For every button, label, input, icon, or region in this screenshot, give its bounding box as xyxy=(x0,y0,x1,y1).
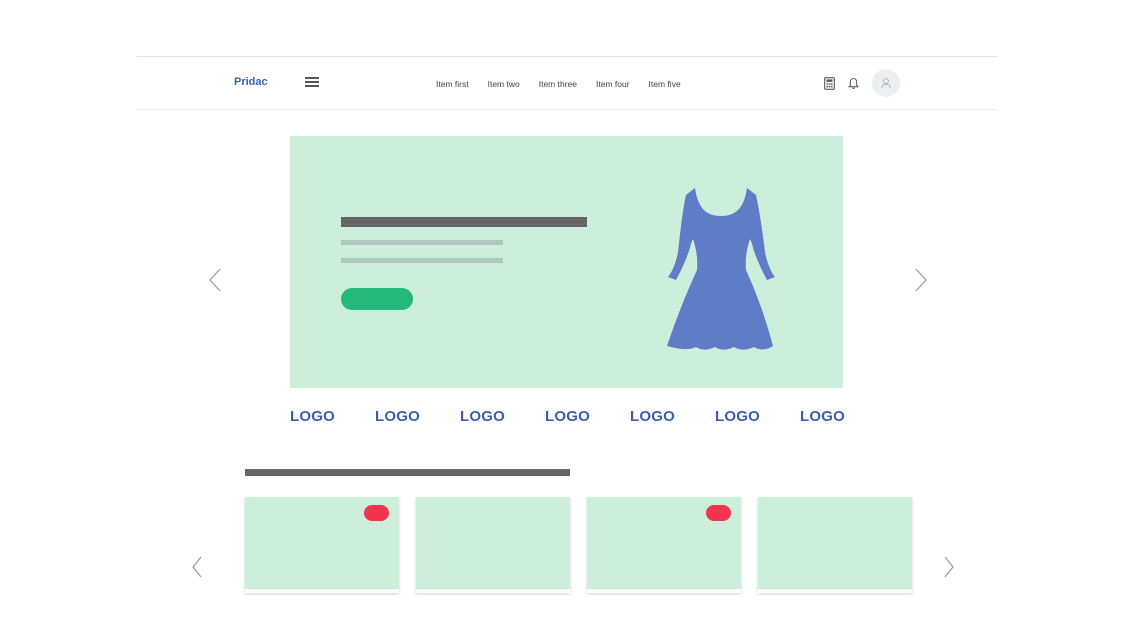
bell-icon[interactable] xyxy=(847,77,860,95)
header-divider xyxy=(137,109,997,110)
hero-banner xyxy=(290,136,843,388)
hero-text-line-placeholder xyxy=(341,240,503,245)
partner-logo[interactable]: LOGO xyxy=(715,408,760,425)
partner-logo[interactable]: LOGO xyxy=(800,408,845,425)
hero-cta-button[interactable] xyxy=(341,288,413,310)
product-badge xyxy=(364,505,389,521)
nav-item-two[interactable]: Item two xyxy=(488,79,520,89)
nav-item-five[interactable]: Item five xyxy=(649,79,681,89)
section-title-placeholder xyxy=(245,469,570,476)
products-next-chevron-icon[interactable] xyxy=(943,556,955,583)
product-badge xyxy=(706,505,731,521)
dress-icon xyxy=(667,188,775,350)
products-prev-chevron-icon[interactable] xyxy=(191,556,203,583)
partner-logo[interactable]: LOGO xyxy=(545,408,590,425)
brand-logo[interactable]: Pridac xyxy=(234,76,268,88)
hero-next-chevron-icon[interactable] xyxy=(914,268,928,297)
product-card[interactable] xyxy=(416,497,570,593)
partner-logo[interactable]: LOGO xyxy=(290,408,335,425)
avatar[interactable] xyxy=(872,69,900,97)
product-card[interactable] xyxy=(758,497,912,593)
calculator-icon[interactable] xyxy=(824,77,835,95)
product-card[interactable] xyxy=(245,497,399,593)
user-icon xyxy=(881,78,891,89)
nav-item-four[interactable]: Item four xyxy=(596,79,630,89)
hamburger-menu-icon[interactable] xyxy=(305,77,319,89)
partner-logo[interactable]: LOGO xyxy=(460,408,505,425)
partner-logo[interactable]: LOGO xyxy=(375,408,420,425)
main-nav: Item first Item two Item three Item four… xyxy=(436,79,700,89)
partner-logo[interactable]: LOGO xyxy=(630,408,675,425)
hero-text-line-placeholder xyxy=(341,258,503,263)
nav-item-three[interactable]: Item three xyxy=(539,79,577,89)
partner-logos: LOGO LOGO LOGO LOGO LOGO LOGO LOGO xyxy=(290,408,845,425)
hero-title-placeholder xyxy=(341,217,587,227)
hero-prev-chevron-icon[interactable] xyxy=(208,268,222,297)
top-divider xyxy=(137,56,997,57)
nav-item-first[interactable]: Item first xyxy=(436,79,469,89)
product-card[interactable] xyxy=(587,497,741,593)
